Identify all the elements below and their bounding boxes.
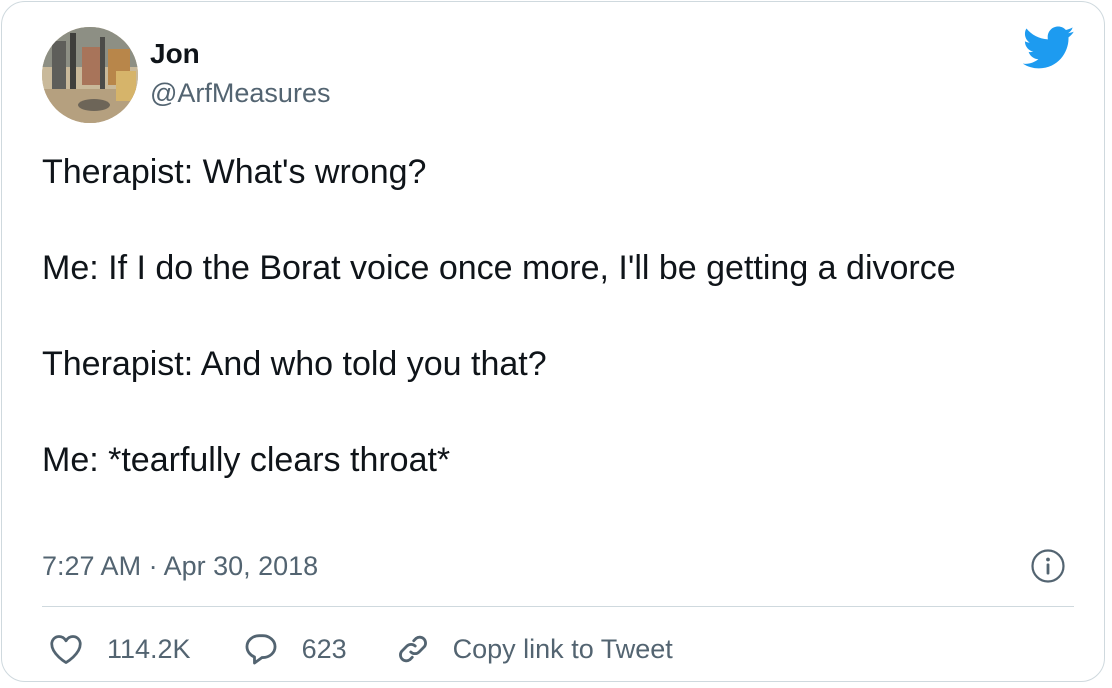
info-icon[interactable] bbox=[1030, 548, 1066, 584]
tweet-line: Me: If I do the Borat voice once more, I… bbox=[42, 249, 956, 287]
heart-icon bbox=[48, 633, 84, 665]
link-icon bbox=[395, 632, 431, 666]
like-button[interactable]: 114.2K bbox=[48, 633, 191, 665]
avatar[interactable] bbox=[42, 27, 138, 123]
speech-bubble-icon bbox=[243, 632, 279, 666]
divider bbox=[42, 606, 1074, 607]
copy-link-button[interactable]: Copy link to Tweet bbox=[395, 632, 673, 666]
tweet-timestamp[interactable]: 7:27 AM · Apr 30, 2018 bbox=[42, 549, 318, 583]
twitter-bird-icon[interactable] bbox=[1022, 26, 1075, 70]
author-name[interactable]: Jon bbox=[150, 37, 200, 71]
action-bar: 114.2K 623 Copy link to Tweet bbox=[48, 629, 673, 669]
like-count: 114.2K bbox=[107, 633, 191, 664]
tweet-card: Jon @ArfMeasures Therapist: What's wrong… bbox=[1, 1, 1105, 682]
tweet-line: Me: *tearfully clears throat* bbox=[42, 441, 451, 479]
tweet-line: Therapist: What's wrong? bbox=[42, 153, 427, 191]
tweet-line: Therapist: And who told you that? bbox=[42, 345, 547, 383]
reply-count: 623 bbox=[301, 633, 347, 664]
avatar-photo bbox=[42, 27, 138, 123]
tweet-text: Therapist: What's wrong? Me: If I do the… bbox=[42, 148, 1062, 484]
copy-link-label: Copy link to Tweet bbox=[452, 633, 673, 664]
reply-button[interactable]: 623 bbox=[243, 632, 347, 666]
author-handle[interactable]: @ArfMeasures bbox=[150, 76, 330, 110]
